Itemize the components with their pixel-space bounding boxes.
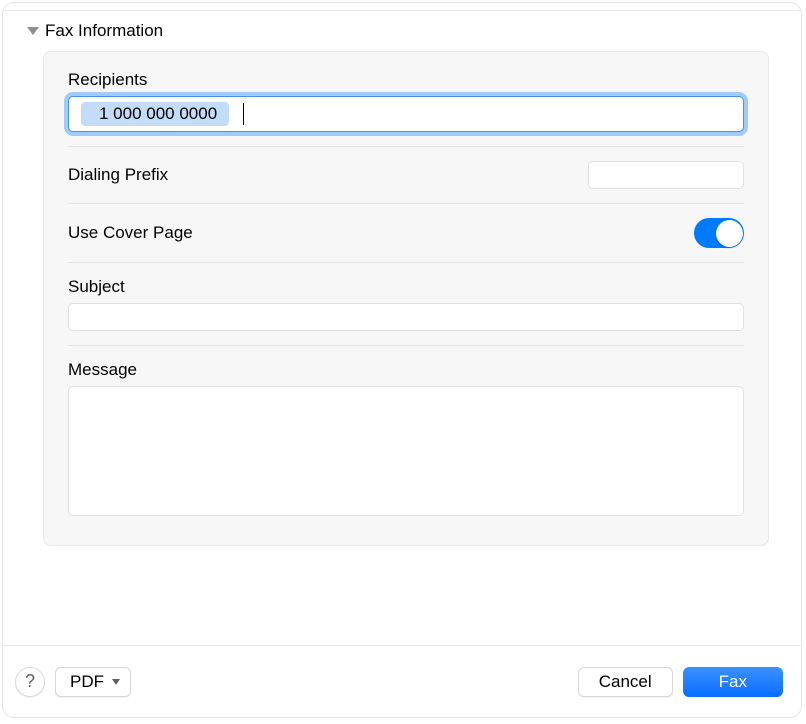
pdf-label: PDF: [70, 672, 104, 692]
toggle-knob: [716, 220, 743, 247]
fax-button[interactable]: Fax: [683, 667, 783, 697]
subject-input[interactable]: [68, 303, 744, 331]
message-group: Message: [68, 360, 744, 521]
fax-dialog: Fax Information Recipients 1 000 000 000…: [2, 2, 802, 718]
subject-label: Subject: [68, 277, 744, 297]
top-divider: [3, 3, 801, 11]
message-textarea[interactable]: [68, 386, 744, 516]
subject-group: Subject: [68, 277, 744, 331]
cover-page-row: Use Cover Page: [68, 218, 744, 248]
message-label: Message: [68, 360, 744, 380]
help-button[interactable]: ?: [15, 667, 45, 697]
fax-label: Fax: [719, 672, 747, 691]
content-area: Fax Information Recipients 1 000 000 000…: [3, 11, 801, 645]
section-header[interactable]: Fax Information: [25, 21, 769, 41]
section-title: Fax Information: [45, 21, 163, 41]
recipients-group: Recipients 1 000 000 0000: [68, 70, 744, 132]
dialing-prefix-row: Dialing Prefix: [68, 161, 744, 189]
help-icon: ?: [25, 671, 35, 692]
pdf-menu-button[interactable]: PDF: [55, 667, 131, 697]
text-cursor: [243, 103, 244, 125]
divider: [68, 203, 744, 204]
divider: [68, 345, 744, 346]
cancel-label: Cancel: [599, 672, 652, 691]
divider: [68, 146, 744, 147]
cancel-button[interactable]: Cancel: [578, 667, 673, 697]
recipients-label: Recipients: [68, 70, 744, 90]
recipients-input[interactable]: 1 000 000 0000: [68, 96, 744, 132]
cover-page-toggle[interactable]: [694, 218, 744, 248]
recipient-token[interactable]: 1 000 000 0000: [81, 102, 229, 126]
chevron-down-icon: [27, 27, 39, 35]
dialing-prefix-label: Dialing Prefix: [68, 165, 168, 185]
dialing-prefix-input[interactable]: [588, 161, 744, 189]
cover-page-label: Use Cover Page: [68, 223, 193, 243]
divider: [68, 262, 744, 263]
bottom-bar: ? PDF Cancel Fax: [3, 645, 801, 717]
chevron-down-icon: [112, 679, 120, 685]
fax-info-panel: Recipients 1 000 000 0000 Dialing Prefix…: [43, 51, 769, 546]
